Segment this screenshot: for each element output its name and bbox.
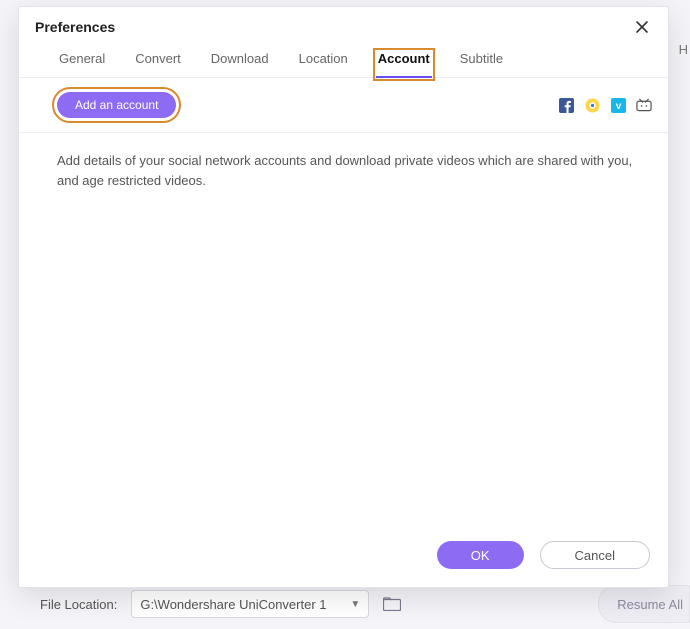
resume-all-button[interactable]: Resume All xyxy=(598,585,690,623)
svg-text:v: v xyxy=(615,101,621,112)
add-account-button[interactable]: Add an account xyxy=(57,92,176,118)
facebook-icon[interactable] xyxy=(558,97,574,113)
bilibili-icon[interactable] xyxy=(636,97,652,113)
resume-label: Resume All xyxy=(617,597,683,612)
preferences-dialog: Preferences General Convert Download Loc… xyxy=(18,6,669,588)
dialog-title: Preferences xyxy=(35,19,115,35)
account-description: Add details of your social network accou… xyxy=(19,133,668,527)
close-icon xyxy=(635,20,649,34)
file-location-select[interactable]: G:\Wondershare UniConverter 1 ▼ xyxy=(131,590,369,618)
file-location-label: File Location: xyxy=(40,597,117,612)
account-toolbar: Add an account v xyxy=(19,78,668,133)
dialog-footer: OK Cancel xyxy=(19,527,668,587)
social-icons: v xyxy=(558,97,652,113)
tab-location[interactable]: Location xyxy=(297,51,350,77)
tab-bar: General Convert Download Location Accoun… xyxy=(19,37,668,78)
vimeo-icon[interactable]: v xyxy=(610,97,626,113)
cancel-button[interactable]: Cancel xyxy=(540,541,650,569)
chevron-down-icon: ▼ xyxy=(350,599,360,610)
ok-button[interactable]: OK xyxy=(437,541,524,569)
close-button[interactable] xyxy=(632,17,652,37)
tab-download[interactable]: Download xyxy=(209,51,271,77)
tab-account[interactable]: Account xyxy=(376,51,432,78)
browser-globe-icon[interactable] xyxy=(584,97,600,113)
stray-letter: H xyxy=(679,42,688,57)
dialog-header: Preferences xyxy=(19,7,668,37)
file-location-value: G:\Wondershare UniConverter 1 xyxy=(140,597,326,612)
tab-general[interactable]: General xyxy=(57,51,107,77)
tab-subtitle[interactable]: Subtitle xyxy=(458,51,505,77)
tab-convert[interactable]: Convert xyxy=(133,51,183,77)
folder-icon[interactable] xyxy=(383,597,401,611)
add-account-highlight: Add an account xyxy=(57,92,176,118)
